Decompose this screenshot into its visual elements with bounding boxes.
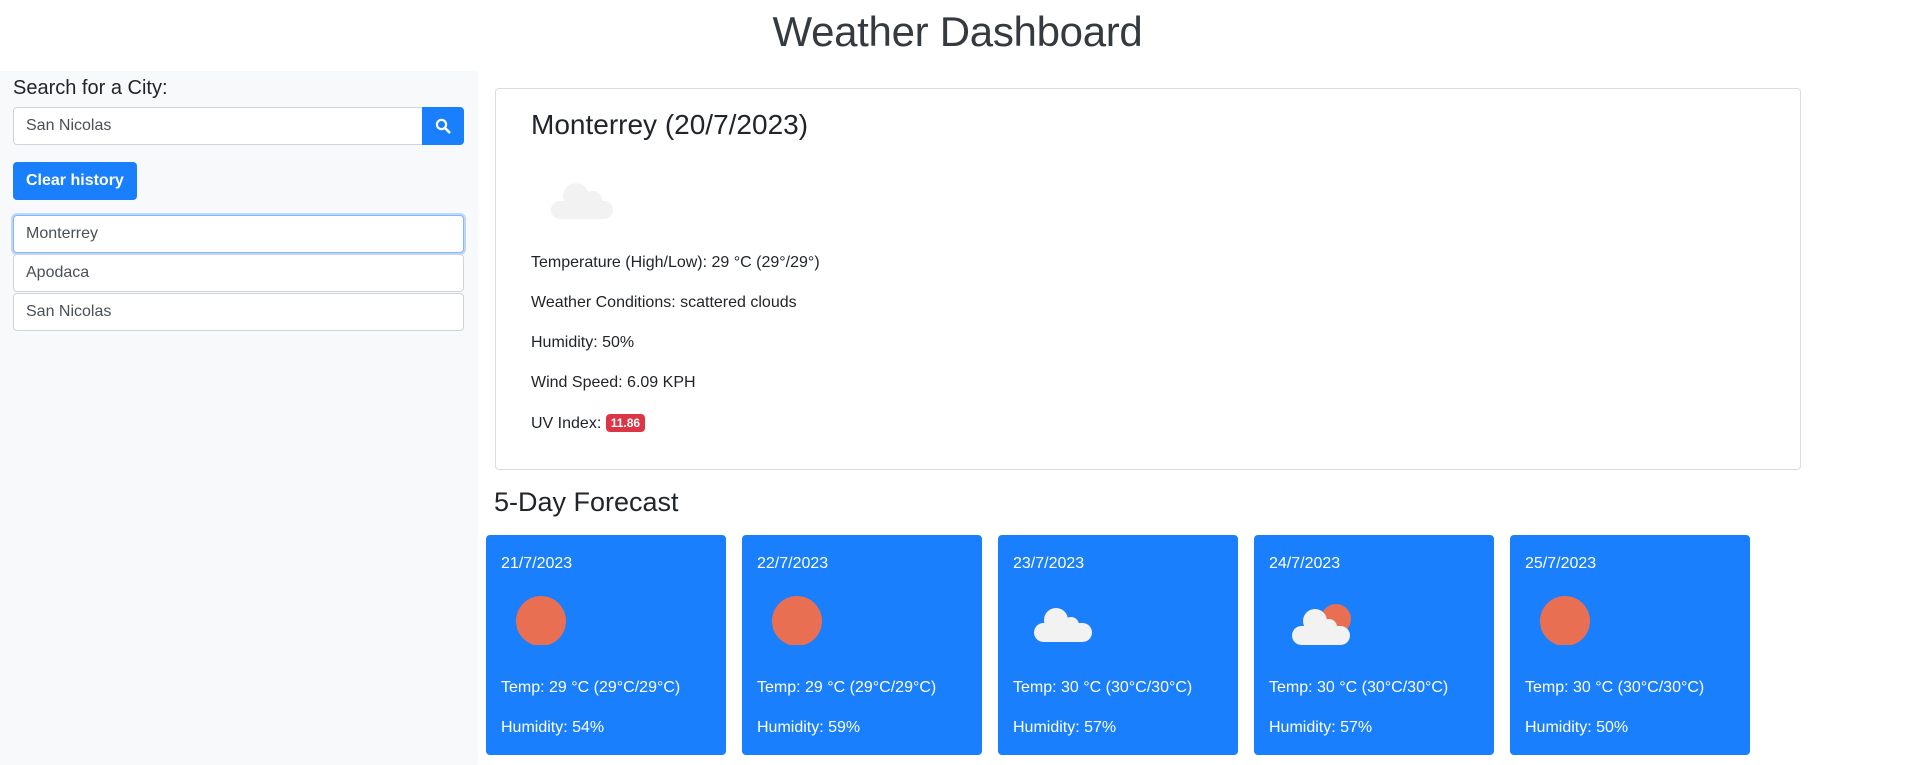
search-group (13, 107, 464, 145)
forecast-temp: Temp: 29 °C (29°C/29°C) (501, 679, 681, 696)
forecast-date: 24/7/2023 (1269, 555, 1341, 572)
current-weather-card: Monterrey (20/7/2023) Temperature (High/… (495, 88, 1801, 470)
forecast-humidity: Humidity: 54% (501, 719, 605, 736)
current-temperature: Temperature (High/Low): 29 °C (29°/29°) (531, 254, 820, 271)
forecast-humidity: Humidity: 59% (757, 719, 861, 736)
forecast-humidity: Humidity: 57% (1269, 719, 1373, 736)
uv-label: UV Index: (531, 415, 602, 432)
current-conditions: Weather Conditions: scattered clouds (531, 294, 797, 311)
current-city-title: Monterrey (20/7/2023) (531, 109, 809, 140)
sun-icon (772, 596, 822, 645)
forecast-card: 22/7/2023 Temp: 29 °C (29°C/29°C) Humidi… (742, 535, 982, 755)
city-search-input[interactable] (13, 107, 422, 145)
forecast-date: 25/7/2023 (1525, 555, 1597, 572)
forecast-card: 25/7/2023 Temp: 30 °C (30°C/30°C) Humidi… (1510, 535, 1750, 755)
current-humidity: Humidity: 50% (531, 334, 635, 351)
search-label: Search for a City: (13, 77, 168, 99)
search-history-list: Monterrey Apodaca San Nicolas (13, 215, 464, 332)
forecast-date: 22/7/2023 (757, 555, 829, 572)
forecast-date: 21/7/2023 (501, 555, 573, 572)
forecast-temp: Temp: 30 °C (30°C/30°C) (1525, 679, 1705, 696)
forecast-temp: Temp: 29 °C (29°C/29°C) (757, 679, 937, 696)
uv-index-badge: 11.86 (605, 414, 646, 432)
forecast-humidity: Humidity: 57% (1013, 719, 1117, 736)
page-title: Weather Dashboard (772, 8, 1143, 55)
forecast-date: 23/7/2023 (1013, 555, 1085, 572)
sun-icon (516, 596, 566, 645)
sun-icon (1540, 596, 1590, 645)
cloud-icon (551, 183, 613, 219)
forecast-humidity: Humidity: 50% (1525, 719, 1629, 736)
current-wind-speed: Wind Speed: 6.09 KPH (531, 374, 696, 391)
forecast-temp: Temp: 30 °C (30°C/30°C) (1013, 679, 1193, 696)
forecast-title: 5-Day Forecast (494, 487, 679, 517)
search-button[interactable] (422, 107, 464, 145)
current-uv-row: UV Index: 11.86 (531, 414, 646, 433)
history-item-san-nicolas[interactable]: San Nicolas (13, 293, 464, 331)
forecast-card: 24/7/2023 Temp: 30 °C (30°C/30°C) Humidi… (1254, 535, 1494, 755)
sun-behind-cloud-icon (1292, 604, 1351, 645)
forecast-temp: Temp: 30 °C (30°C/30°C) (1269, 679, 1449, 696)
search-icon (435, 118, 451, 134)
history-item-apodaca[interactable]: Apodaca (13, 254, 464, 292)
history-item-monterrey[interactable]: Monterrey (13, 215, 464, 253)
forecast-card: 21/7/2023 Temp: 29 °C (29°C/29°C) Humidi… (486, 535, 726, 755)
cloud-icon (1034, 608, 1092, 642)
clear-history-button[interactable]: Clear history (13, 162, 137, 200)
sidebar: Search for a City: Clear history Monterr… (0, 71, 478, 765)
forecast-card: 23/7/2023 Temp: 30 °C (30°C/30°C) Humidi… (998, 535, 1238, 755)
